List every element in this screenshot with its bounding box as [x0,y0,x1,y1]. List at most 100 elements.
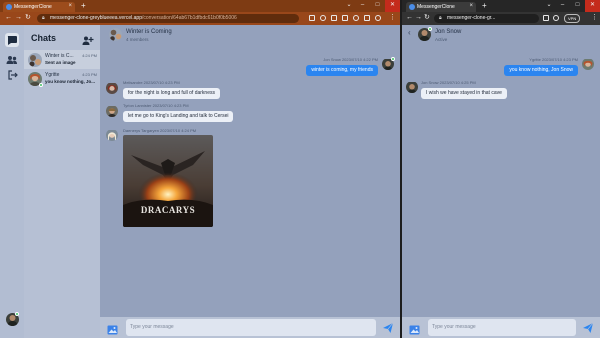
chat-title: Jon Snow [435,29,462,35]
window-controls: ⌄ – □ ✕ [543,0,600,12]
toolbar: ← → ↻ 🔒︎ messenger-clone-greyblueeea.verc… [0,12,400,25]
window-controls: ⌄ – □ ✕ [343,0,400,12]
tab-strip: MessengerClone × + ⌄ – □ ✕ [0,0,400,12]
sender-avatar [106,82,118,94]
close-tab-icon[interactable]: × [469,3,473,9]
add-group-icon[interactable] [82,33,94,45]
tab-title: MessengerClone [14,4,52,10]
conversation-name: Winter is C... [45,53,74,59]
vpn-badge[interactable]: VPN [564,14,581,23]
tab-title: MessengerClone [417,4,455,10]
back-icon[interactable]: ← [5,14,12,22]
menu-icon[interactable]: ⋮ [389,14,396,22]
forward-icon[interactable]: → [15,14,22,22]
tab-strip: MessengerClone × + ⌄ – □ ✕ [402,0,600,12]
address-bar[interactable]: 🔒︎ messenger-clone-gr... [434,14,539,23]
message-meta: Tyrion Lannister 2023/07/10 4:23 PM [123,103,189,108]
extension-icon[interactable] [342,15,348,21]
back-chevron-icon[interactable]: ‹ [408,28,411,37]
extension-icon[interactable] [364,15,370,21]
sender-avatar [106,129,118,141]
image-upload-icon[interactable] [107,322,118,335]
chat-subtitle: 4 members [126,37,149,42]
new-tab-icon[interactable]: + [81,1,86,10]
back-icon[interactable]: ← [406,14,413,22]
message-bubble-incoming: let me go to King's Landing and talk to … [123,111,234,122]
browser-tab[interactable]: MessengerClone × [406,2,476,12]
lock-icon: 🔒︎ [42,15,45,21]
conversation-item[interactable]: Winter is C... 4:24 PM Sent an image [24,50,100,69]
new-tab-icon[interactable]: + [482,1,487,10]
minimize-icon[interactable]: – [555,0,570,12]
online-indicator [39,83,43,87]
browser-tab[interactable]: MessengerClone × [3,2,75,12]
url-host: messenger-clone-gr... [447,15,496,21]
extension-icon[interactable] [320,15,326,21]
message-meta: Melisandre 2023/07/10 4:23 PM [123,80,180,85]
extension-icon[interactable] [543,15,549,21]
users-icon[interactable] [6,53,18,65]
close-window-icon[interactable]: ✕ [585,0,600,12]
left-browser-window: MessengerClone × + ⌄ – □ ✕ ← → ↻ 🔒︎ messe… [0,0,400,338]
image-caption: DRACARYS [141,205,195,215]
message-list: Jon Snow 2023/07/10 4:22 PM winter is co… [100,45,400,317]
online-indicator [391,57,395,61]
maximize-icon[interactable]: □ [570,0,585,12]
chat-icon[interactable] [5,33,19,47]
reload-icon[interactable]: ↻ [25,14,31,22]
forward-icon[interactable]: → [415,14,422,22]
menu-icon[interactable]: ⋮ [591,14,598,22]
messenger-app: Chats Winter is C... 4:24 PM Sent an ima… [0,25,400,338]
online-indicator [15,312,19,316]
minimize-icon[interactable]: – [355,0,370,12]
extension-icon[interactable] [353,15,359,21]
toolbar: ← → ↻ 🔒︎ messenger-clone-gr... VPN ⋮ [402,12,600,25]
online-indicator [428,27,432,31]
sender-avatar [406,81,418,93]
sender-avatar [582,58,594,70]
message-meta: Jon Snow 2023/07/10 4:22 PM [323,57,378,62]
lock-icon: 🔒︎ [439,15,442,21]
send-icon[interactable] [382,321,394,333]
message-bubble-incoming: for the night is long and full of darkne… [123,88,220,99]
nav-rail [0,25,24,338]
conversation-time: 4:23 PM [82,72,97,77]
url-host: messenger-clone-greyblueeea.vercel.app [50,15,142,21]
extension-icon[interactable] [331,15,337,21]
chat-subtitle: Active [435,37,448,42]
image-upload-icon[interactable] [409,322,420,335]
maximize-icon[interactable]: □ [370,0,385,12]
logout-icon[interactable] [6,68,18,80]
reload-icon[interactable]: ↻ [424,14,430,22]
address-bar[interactable]: 🔒︎ messenger-clone-greyblueeea.vercel.app… [37,14,299,23]
favicon-icon [409,4,415,10]
profile-icon[interactable] [375,15,381,21]
right-browser-window: MessengerClone × + ⌄ – □ ✕ ← → ↻ 🔒︎ messe… [402,0,600,338]
vpn-label: VPN [568,16,577,21]
chat-header: Winter is Coming 4 members [100,25,400,45]
group-avatar [28,53,42,67]
message-bubble-outgoing: winter is coming, my friends [306,65,378,76]
close-tab-icon[interactable]: × [68,3,72,9]
message-input[interactable]: Type your message [126,319,376,336]
close-window-icon[interactable]: ✕ [385,0,400,12]
image-message[interactable]: DRACARYS [123,135,213,227]
favicon-icon [6,4,12,10]
message-input[interactable]: Type your message [428,319,576,336]
conversation-item[interactable]: Ygritte 4:23 PM you know nothing, Jo... [24,69,100,88]
composer: Type your message [402,317,600,338]
composer: Type your message [100,317,400,338]
tab-search-icon[interactable]: ⌄ [543,0,555,12]
sidebar-title: Chats [31,33,57,43]
url-path: /conversation/64ab67b1dfbdc61b0f0b5006 [142,15,237,21]
group-avatar[interactable] [109,28,122,41]
chat-header: ‹ Jon Snow Active [402,25,600,45]
message-meta: Daenerys Targaryen 2023/07/10 4:24 PM [123,128,197,133]
extension-icon[interactable] [309,15,315,21]
extension-icon[interactable] [553,15,559,21]
conversation-last-message: Sent an image [45,60,76,65]
conversation-sidebar: Chats Winter is C... 4:24 PM Sent an ima… [24,25,100,338]
tab-search-icon[interactable]: ⌄ [343,0,355,12]
message-list: Ygritte 2023/07/10 4:23 PM you know noth… [402,45,600,317]
send-icon[interactable] [582,321,594,333]
